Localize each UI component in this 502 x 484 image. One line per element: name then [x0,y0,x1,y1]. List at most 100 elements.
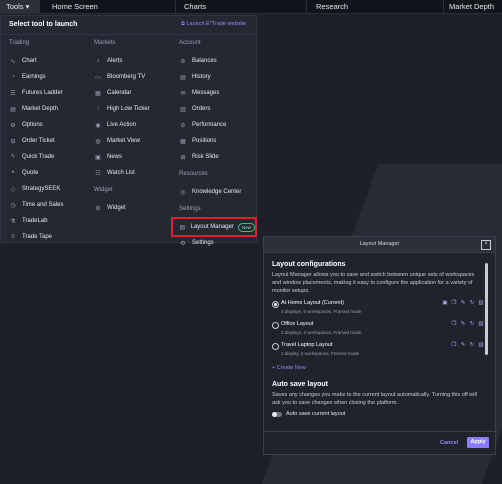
apply-button[interactable]: Apply [467,437,489,448]
tool-history[interactable]: ▤ History [179,69,255,85]
knowledge-icon: ◎ [180,189,186,196]
layout-name: Travel Laptop Layout [281,342,333,348]
layout-detail: 3 displays, 6 workspaces, Framed mode [281,309,362,314]
list-icon: ☷ [95,170,101,177]
tool-strategyseek[interactable]: ◇ StrategySEEK [9,181,89,197]
tool-order-ticket[interactable]: ⊟ Order Ticket [9,133,89,149]
tool-time-and-sales[interactable]: ◷ Time and Sales [9,197,89,213]
tab-market-depth[interactable]: Market Depth [449,0,494,13]
tool-quote[interactable]: ❝ Quote [9,165,89,181]
auto-save-toggle[interactable] [272,411,282,417]
history-icon: ▤ [180,74,186,81]
edit-icon[interactable]: ✎ [460,300,466,306]
tool-bloomberg-tv[interactable]: ▭ Bloomberg TV [94,69,174,85]
dialog-title: Layout Manager [359,241,400,247]
reset-icon[interactable]: ↻ [469,342,475,348]
layout-row[interactable]: At Home Layout (Current) 3 displays, 6 w… [272,300,484,319]
launch-etrade-link[interactable]: ⧉ Launch E*Trade website [181,21,246,28]
copy-icon[interactable]: ❐ [451,300,457,306]
dialog-footer: Cancel Apply [264,431,495,456]
delete-icon[interactable]: ▥ [478,342,484,348]
layout-radio-selected[interactable] [272,301,279,308]
tool-trade-tape[interactable]: ≡ Trade Tape [9,229,89,245]
layout-row[interactable]: Office Layout 3 displays, 2 workspaces, … [272,321,484,340]
risk-icon: ⊞ [180,154,186,161]
tools-menu[interactable]: Tools ▾ [0,0,40,13]
layout-actions: ❐ ✎ ↻ ▥ [451,321,484,327]
tool-balances[interactable]: ⊜ Balances [179,53,255,69]
account-column: Account ⊜ Balances ▤ History ✉ Messages ▥ Or… [171,40,257,251]
reset-icon[interactable]: ↻ [469,300,475,306]
tool-quick-trade[interactable]: ϟ Quick Trade [9,149,89,165]
delete-icon[interactable]: ▥ [478,321,484,327]
auto-save-heading: Auto save layout [272,381,329,388]
performance-icon: ⊘ [180,122,186,129]
tool-market-depth[interactable]: ▤ Market Depth [9,101,89,117]
delete-icon[interactable]: ▥ [478,300,484,306]
depth-icon: ▤ [10,106,16,113]
create-new-layout-link[interactable]: + Create New [272,363,484,377]
tool-risk-slide[interactable]: ⊞ Risk Slide [179,149,255,165]
settings-heading: Settings [179,206,201,212]
dialog-body: Layout configurations Layout Manager all… [272,261,484,417]
options-icon: ⚙ [10,122,16,129]
tool-orders[interactable]: ▥ Orders [179,101,255,117]
clock-icon: ◷ [10,202,16,209]
layout-detail: 1 display, 2 workspaces, Framed mode [281,351,359,356]
cancel-button[interactable]: Cancel [440,440,458,446]
save-icon[interactable]: ▣ [442,300,448,306]
tool-watch-list[interactable]: ☷ Watch List [94,165,174,181]
lab-icon: ⚗ [10,218,16,225]
earnings-icon: ◔ [11,74,15,80]
markets-heading: Markets [94,40,116,46]
globe-icon: ◍ [95,138,101,145]
close-icon[interactable]: × [481,240,491,250]
layout-detail: 3 displays, 2 workspaces, Framed mode [281,330,362,335]
ticker-icon: ↕ [96,106,100,112]
copy-icon[interactable]: ❐ [451,321,457,327]
tool-market-view[interactable]: ◍ Market View [94,133,174,149]
tool-high-low-ticker[interactable]: ↕ High Low Ticker [94,101,174,117]
layout-manager-dialog: Layout Manager × Layout configurations L… [263,236,496,455]
tool-layout-manager[interactable]: ▤ Layout Manager New [171,217,257,237]
resources-heading: Resources [179,171,208,177]
copy-icon[interactable]: ❐ [451,342,457,348]
quote-icon: ❝ [11,170,15,177]
tool-alerts[interactable]: ♪ Alerts [94,53,174,69]
reset-icon[interactable]: ↻ [469,321,475,327]
account-heading: Account [179,40,201,46]
tool-futures-ladder[interactable]: ☰ Futures Ladder [9,85,89,101]
tool-chart[interactable]: ∿ Chart [9,53,89,69]
mail-icon: ✉ [180,90,186,97]
tool-performance[interactable]: ⊘ Performance [179,117,255,133]
tool-calendar[interactable]: ▦ Calendar [94,85,174,101]
tool-live-action[interactable]: ◉ Live Action [94,117,174,133]
dialog-scrollbar[interactable] [485,263,488,355]
bell-icon: ♪ [96,58,100,64]
tool-messages[interactable]: ✉ Messages [179,85,255,101]
tool-knowledge-center[interactable]: ◎ Knowledge Center [179,184,255,200]
auto-save-toggle-row[interactable]: Auto save current layout [272,411,484,417]
top-menu-bar: Tools ▾ Home Screen Charts Research Mark… [0,0,502,14]
ticket-icon: ⊟ [10,138,16,145]
tab-charts[interactable]: Charts [184,0,206,13]
layout-name: At Home Layout (Current) [281,300,344,306]
layout-actions: ▣ ❐ ✎ ↻ ▥ [442,300,484,306]
layout-row[interactable]: Travel Laptop Layout 1 display, 2 worksp… [272,342,484,361]
tab-home-screen[interactable]: Home Screen [52,0,98,13]
tool-options[interactable]: ⚙ Options [9,117,89,133]
edit-icon[interactable]: ✎ [460,321,466,327]
tape-icon: ≡ [11,234,15,240]
chart-icon: ∿ [10,58,16,65]
tool-earnings[interactable]: ◔ Earnings [9,69,89,85]
tab-research[interactable]: Research [316,0,348,13]
tool-news[interactable]: ▣ News [94,149,174,165]
tool-positions[interactable]: ▦ Positions [179,133,255,149]
layout-radio[interactable] [272,322,279,329]
tool-tradelab[interactable]: ⚗ TradeLab [9,213,89,229]
layout-radio[interactable] [272,343,279,350]
widget-heading: Widget [94,187,113,193]
edit-icon[interactable]: ✎ [460,342,466,348]
tool-settings[interactable]: ⚙ Settings [179,235,255,251]
tool-widget[interactable]: ⚙ Widget [94,200,174,216]
